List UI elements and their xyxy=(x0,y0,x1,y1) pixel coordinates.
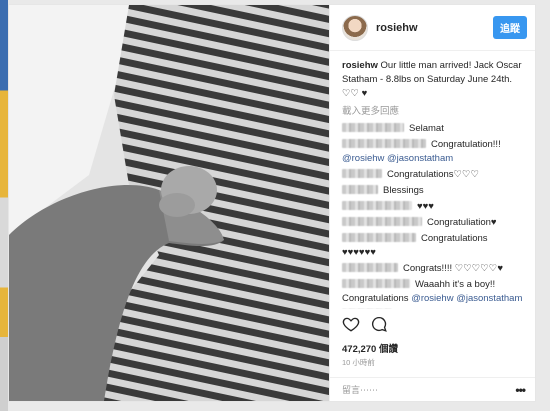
caption: rosiehw Our little man arrived! Jack Osc… xyxy=(342,59,523,101)
comment-row: Blessings xyxy=(342,184,523,198)
comment-row: Waaahh it's a boy!! Congratulations @ros… xyxy=(342,278,523,306)
load-more-comments[interactable]: 載入更多回應 xyxy=(342,105,523,119)
caption-author[interactable]: rosiehw xyxy=(342,60,378,71)
blurred-username[interactable] xyxy=(342,185,378,194)
like-count[interactable]: 472,270 個讚 xyxy=(342,341,398,355)
comment-text: Congratulations♡♡♡ xyxy=(387,169,480,180)
comment-text: ♥♥♥ xyxy=(417,201,434,212)
comment-row: ♥♥♥☺ xyxy=(342,308,523,309)
comment-list: Selamat Congratulation!!! @rosiehw @jason… xyxy=(342,122,523,309)
baby-photo-image xyxy=(9,5,329,401)
post-photo[interactable] xyxy=(9,5,329,401)
comment-row: Congratulations♡♡♡ xyxy=(342,168,523,182)
post-header: rosiehw 追蹤 xyxy=(330,5,535,51)
comment-row: Congrats!!!! ♡♡♡♡♡♥ xyxy=(342,262,523,276)
avatar[interactable] xyxy=(342,14,368,41)
blurred-username[interactable] xyxy=(342,123,404,132)
blurred-username[interactable] xyxy=(342,279,410,288)
background-strip xyxy=(0,0,8,411)
comment-text: Blessings xyxy=(383,185,424,196)
comment-bar: 留言⋯⋯ ••• xyxy=(330,377,535,401)
more-options-icon[interactable]: ••• xyxy=(515,383,526,397)
action-bar xyxy=(342,315,388,333)
blurred-username[interactable] xyxy=(342,217,422,226)
comment-row: Selamat xyxy=(342,122,523,136)
post-time[interactable]: 10 小時前 xyxy=(342,357,375,368)
comment-text: Congratulation!!! xyxy=(431,139,501,150)
blurred-username[interactable] xyxy=(342,263,398,272)
username[interactable]: rosiehw xyxy=(376,22,493,34)
post-side-panel: rosiehw 追蹤 rosiehw Our little man arrive… xyxy=(329,5,535,401)
blurred-username[interactable] xyxy=(342,233,416,242)
blurred-username[interactable] xyxy=(342,169,382,178)
heart-icon[interactable] xyxy=(342,315,360,333)
comment-row: Congratulation!!! @rosiehw @jasonstatham xyxy=(342,138,523,166)
comment-row: Congratuliation♥ xyxy=(342,216,523,230)
comment-text: Selamat xyxy=(409,123,444,134)
comment-mention[interactable]: @rosiehw @jasonstatham xyxy=(342,153,453,164)
comment-mention[interactable]: @rosiehw @jasonstatham xyxy=(411,293,522,304)
follow-button[interactable]: 追蹤 xyxy=(493,16,527,39)
comment-row: ♥♥♥ xyxy=(342,200,523,214)
comments-section: rosiehw Our little man arrived! Jack Osc… xyxy=(330,51,535,309)
blurred-username[interactable] xyxy=(342,139,426,148)
comment-text: Congrats!!!! ♡♡♡♡♡♥ xyxy=(403,263,503,274)
blurred-username[interactable] xyxy=(342,201,412,210)
instagram-post: rosiehw 追蹤 rosiehw Our little man arrive… xyxy=(8,4,536,402)
comment-icon[interactable] xyxy=(370,315,388,333)
comment-row: Congratulations ♥♥♥♥♥♥ xyxy=(342,232,523,260)
comment-input[interactable]: 留言⋯⋯ xyxy=(342,383,515,396)
comment-text: Congratuliation♥ xyxy=(427,217,497,228)
